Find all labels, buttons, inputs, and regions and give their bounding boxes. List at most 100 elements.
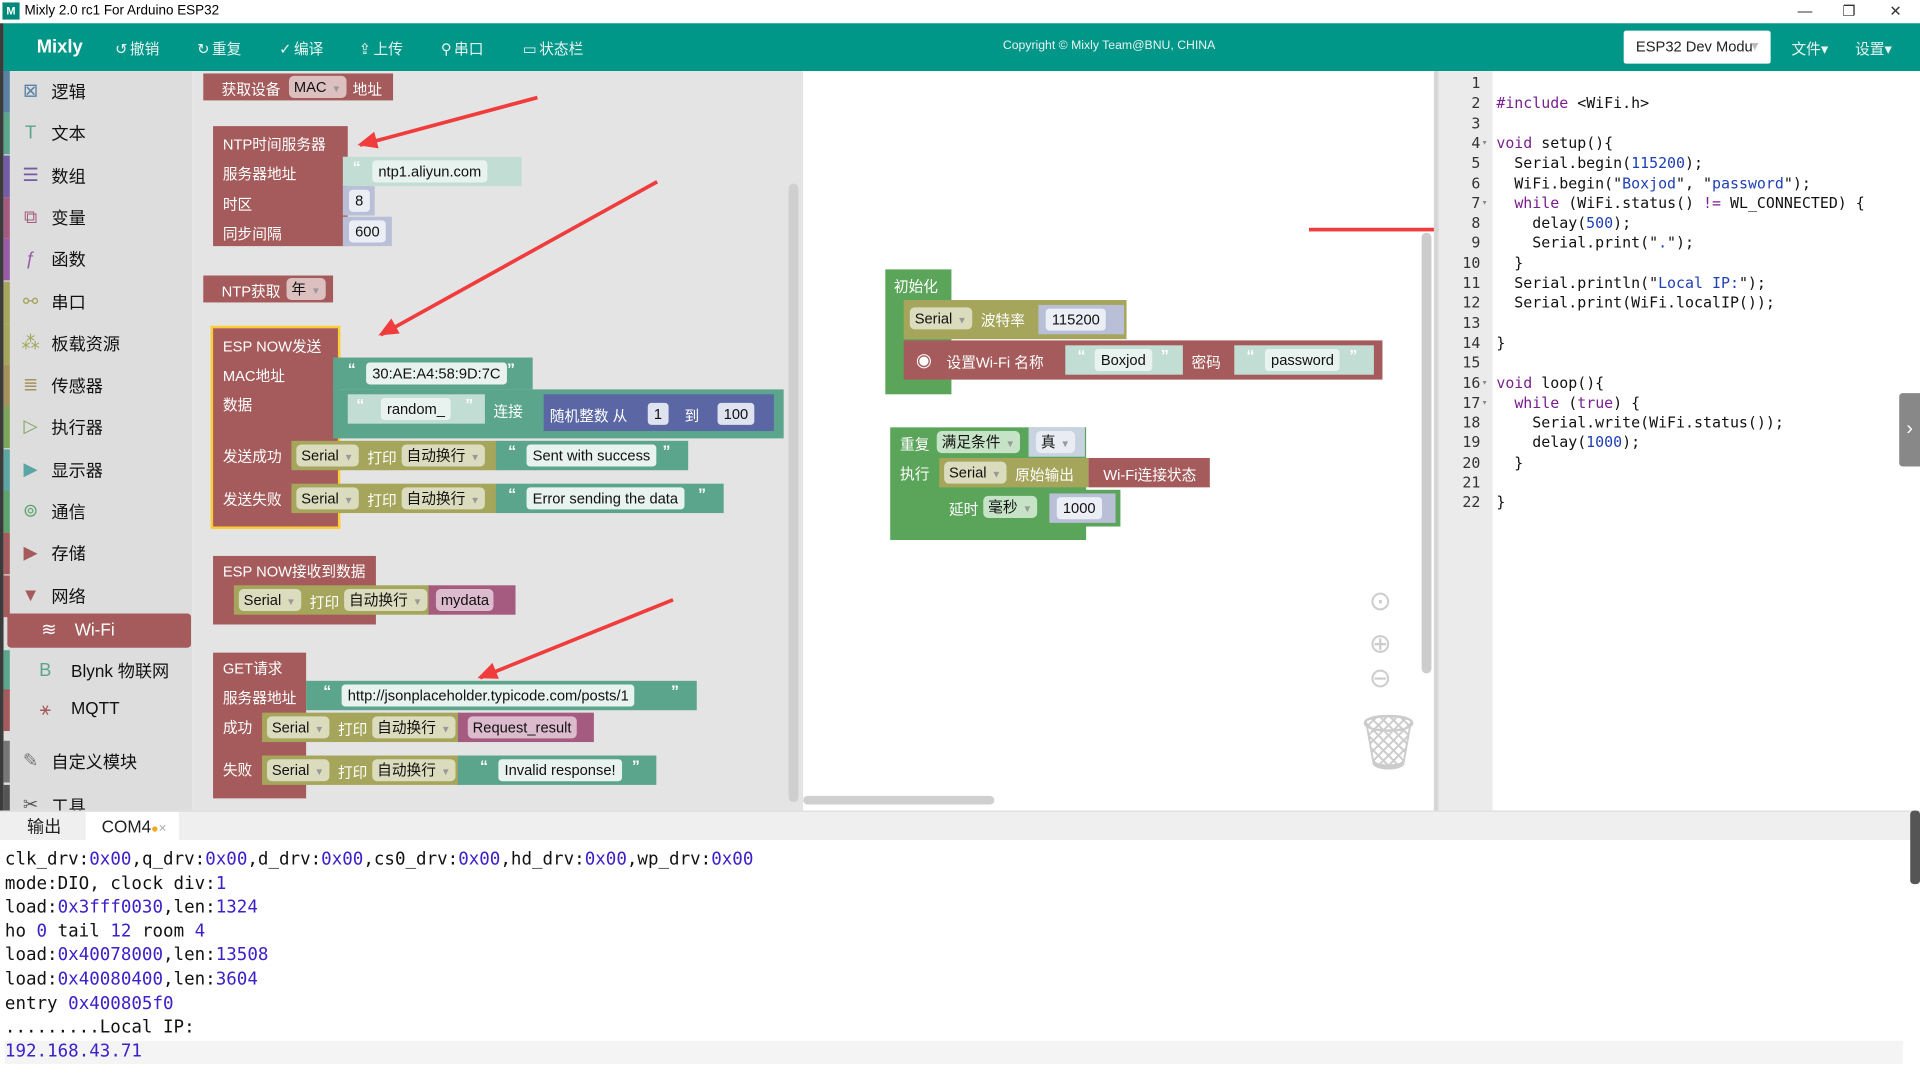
fail-msg-field[interactable]: Invalid response! bbox=[498, 759, 622, 782]
rand-from-field[interactable]: 1 bbox=[647, 402, 669, 425]
text-block[interactable]: “ Sent with success ” bbox=[495, 440, 689, 471]
chevron-right-icon[interactable]: › bbox=[1899, 393, 1920, 467]
code-editor[interactable]: 1 2 #include <WiFi.h> 3 4 ▾ void setup(){5 Ser… bbox=[1438, 71, 1920, 811]
serial-dropdown[interactable]: Serial ▼ bbox=[266, 716, 329, 739]
code-line[interactable]: 18 Serial.write(WiFi.status()); bbox=[1439, 413, 1920, 433]
variable-block[interactable]: Request_result bbox=[457, 712, 594, 743]
newline-dropdown[interactable]: 自动换行 ▼ bbox=[372, 716, 456, 739]
serial-dropdown[interactable]: Serial ▼ bbox=[266, 759, 329, 782]
get-mac-block[interactable]: 获取设备 MAC ▼ 地址 bbox=[203, 73, 394, 101]
serial-print-block[interactable]: Serial ▼ 打印 自动换行 ▼ bbox=[262, 755, 461, 785]
number-block[interactable]: 1000 bbox=[1049, 493, 1116, 523]
console-scrollbar[interactable] bbox=[1910, 810, 1920, 885]
serial-dropdown[interactable]: Serial ▼ bbox=[944, 461, 1007, 484]
sidebar-item-category[interactable]: ☰ 数组 bbox=[3, 155, 193, 197]
undo-button[interactable]: ↺ 撤销 bbox=[115, 38, 159, 59]
brand-logo[interactable]: Mixly bbox=[37, 37, 83, 58]
serial-dropdown[interactable]: Serial ▼ bbox=[909, 307, 972, 330]
newline-dropdown[interactable]: 自动换行 ▼ bbox=[401, 487, 485, 510]
sidebar-item-category[interactable]: ⊠ 逻辑 bbox=[3, 71, 193, 113]
condition-dropdown[interactable]: 满足条件 ▼ bbox=[936, 431, 1020, 454]
code-line[interactable]: 8 delay(500); bbox=[1439, 213, 1920, 233]
sidebar-item-category[interactable]: B Blynk 物联网 bbox=[3, 650, 193, 692]
sidebar-item-category[interactable]: ▷ 执行器 bbox=[3, 407, 193, 449]
restore-button[interactable]: ❐ bbox=[1825, 0, 1874, 23]
sidebar-item-category[interactable]: ▶ 显示器 bbox=[3, 449, 193, 491]
tab-com4[interactable]: COM4●× bbox=[85, 811, 179, 842]
statusbar-button[interactable]: ▭ 状态栏 bbox=[523, 38, 583, 59]
workspace-vscrollbar[interactable] bbox=[1421, 232, 1432, 674]
code-line[interactable]: 14} bbox=[1439, 333, 1920, 353]
success-msg-field[interactable]: Sent with success bbox=[526, 444, 657, 467]
wifi-status-block[interactable]: Wi-Fi连接状态 bbox=[1088, 457, 1210, 488]
number-block[interactable]: 115200 bbox=[1038, 304, 1125, 335]
fold-icon[interactable]: ▾ bbox=[1482, 193, 1488, 213]
interval-field[interactable]: 600 bbox=[348, 220, 386, 243]
text-block[interactable]: “ ntp1.aliyun.com bbox=[342, 156, 522, 187]
unit-dropdown[interactable]: 毫秒 ▼ bbox=[983, 495, 1038, 518]
code-line[interactable]: 13 bbox=[1439, 313, 1920, 333]
variable-field[interactable]: Request_result bbox=[467, 716, 577, 739]
boolean-block[interactable]: 真 ▼ bbox=[1028, 427, 1085, 457]
sidebar-item-custom[interactable]: ✎ 自定义模块 bbox=[3, 740, 193, 783]
boolean-dropdown[interactable]: 真 ▼ bbox=[1035, 431, 1076, 454]
text-block[interactable]: “ random_ ” bbox=[347, 394, 485, 424]
serial-dropdown[interactable]: Serial ▼ bbox=[296, 487, 359, 510]
code-line[interactable]: 22} bbox=[1439, 493, 1920, 513]
fold-icon[interactable]: ▾ bbox=[1482, 393, 1488, 413]
baud-field[interactable]: 115200 bbox=[1045, 308, 1106, 331]
ntp-server-block[interactable]: NTP时间服务器 服务器地址 时区 同步间隔 bbox=[213, 126, 348, 247]
code-line[interactable]: 6 WiFi.begin("Boxjod", "password"); bbox=[1439, 173, 1920, 193]
variable-block[interactable]: mydata bbox=[428, 585, 516, 615]
settings-menu[interactable]: 设置▾ bbox=[1855, 38, 1892, 59]
close-button[interactable]: ✕ bbox=[1871, 0, 1920, 23]
server-field[interactable]: ntp1.aliyun.com bbox=[372, 160, 488, 183]
text-block[interactable]: “ 30:AE:A4:58:9D:7C ” bbox=[333, 357, 533, 390]
serial-button[interactable]: ⚲ 串口 bbox=[441, 38, 484, 59]
join-block[interactable]: “ random_ ” 连接 随机整数 从 1 到 100 bbox=[333, 389, 784, 439]
password-field[interactable]: password bbox=[1264, 348, 1341, 372]
code-line[interactable]: 10 } bbox=[1439, 253, 1920, 273]
mac-field[interactable]: 30:AE:A4:58:9D:7C bbox=[366, 362, 507, 385]
text-block[interactable]: “ Invalid response! ” bbox=[457, 755, 657, 785]
ssid-field[interactable]: Boxjod bbox=[1094, 348, 1152, 372]
close-icon[interactable]: × bbox=[159, 822, 167, 837]
data-field[interactable]: random_ bbox=[380, 397, 452, 421]
code-line[interactable]: 3 bbox=[1439, 113, 1920, 133]
variable-field[interactable]: mydata bbox=[435, 588, 494, 612]
number-block[interactable]: 8 bbox=[342, 186, 375, 216]
sidebar-item-category[interactable]: T 文本 bbox=[3, 113, 193, 155]
code-line[interactable]: 17 ▾ while (true) { bbox=[1439, 393, 1920, 413]
code-line[interactable]: 5 Serial.begin(115200); bbox=[1439, 153, 1920, 173]
workspace-hscrollbar[interactable] bbox=[803, 795, 995, 805]
sidebar-item-category[interactable]: ≣ 传感器 bbox=[3, 365, 193, 407]
serial-begin-block[interactable]: Serial ▼ 波特率 115200 bbox=[903, 300, 1127, 340]
minimize-button[interactable]: — bbox=[1780, 0, 1829, 23]
code-line[interactable]: 11 Serial.println("Local IP:"); bbox=[1439, 273, 1920, 293]
mac-dropdown[interactable]: MAC ▼ bbox=[288, 75, 347, 98]
newline-dropdown[interactable]: 自动换行 ▼ bbox=[344, 588, 428, 612]
compile-button[interactable]: ✓ 编译 bbox=[279, 38, 323, 59]
file-menu[interactable]: 文件▾ bbox=[1791, 38, 1828, 59]
number-block[interactable]: 600 bbox=[342, 216, 392, 247]
delay-block[interactable]: 延时 毫秒 ▼ 1000 bbox=[939, 489, 1121, 527]
text-block[interactable]: “ Boxjod ” bbox=[1065, 345, 1183, 375]
serial-print-block[interactable]: Serial ▼ 打印 自动换行 ▼ bbox=[233, 585, 430, 615]
rand-to-field[interactable]: 100 bbox=[717, 402, 755, 425]
serial-write-block[interactable]: Serial ▼ 原始输出 bbox=[939, 457, 1089, 488]
tab-output[interactable]: 输出 bbox=[27, 812, 61, 841]
fail-msg-field[interactable]: Error sending the data bbox=[526, 487, 685, 510]
code-line[interactable]: 16 ▾ void loop(){ bbox=[1439, 373, 1920, 393]
sidebar-item-category[interactable]: ⚹ MQTT bbox=[3, 689, 193, 732]
code-line[interactable]: 9 Serial.print("."); bbox=[1439, 233, 1920, 253]
code-line[interactable]: 15 bbox=[1439, 353, 1920, 373]
sidebar-item-category[interactable]: ⚯ 串口 bbox=[3, 281, 193, 323]
code-line[interactable]: 1 bbox=[1439, 73, 1920, 93]
newline-dropdown[interactable]: 自动换行 ▼ bbox=[401, 444, 485, 467]
code-line[interactable]: 19 delay(1000); bbox=[1439, 433, 1920, 453]
board-select[interactable]: ESP32 Dev Modu ▼ bbox=[1623, 30, 1771, 64]
sidebar-item-category[interactable]: ⊚ 通信 bbox=[3, 491, 193, 533]
fold-icon[interactable]: ▾ bbox=[1482, 373, 1488, 393]
code-line[interactable]: 21 bbox=[1439, 473, 1920, 493]
sidebar-item-category[interactable]: ⧉ 变量 bbox=[3, 197, 193, 239]
